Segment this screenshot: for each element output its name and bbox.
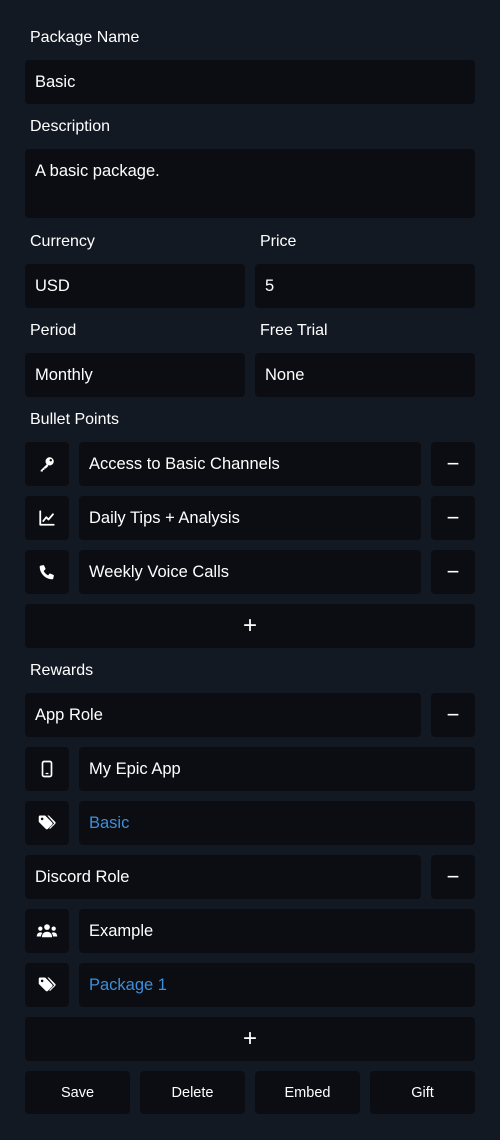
free-trial-select[interactable]: None <box>255 353 475 397</box>
rewards-label: Rewards <box>30 662 94 679</box>
bullet-text-input[interactable]: Daily Tips + Analysis <box>79 496 421 540</box>
currency-label: Currency <box>30 233 95 250</box>
tags-icon <box>37 976 57 994</box>
period-label: Period <box>30 322 77 339</box>
reward-field-icon <box>25 909 69 953</box>
reward-field-icon <box>25 801 69 845</box>
app-role-select[interactable]: Basic <box>79 801 475 845</box>
delete-button[interactable]: Delete <box>140 1071 245 1114</box>
package-name-input[interactable]: Basic <box>25 60 475 104</box>
mobile-icon <box>38 760 56 778</box>
remove-bullet-button[interactable]: − <box>431 442 475 486</box>
chart-line-icon <box>38 509 56 527</box>
add-bullet-button[interactable]: + <box>25 604 475 648</box>
bullet-text-input[interactable]: Weekly Voice Calls <box>79 550 421 594</box>
price-label: Price <box>260 233 297 250</box>
bullet-points-label: Bullet Points <box>30 411 119 428</box>
free-trial-label: Free Trial <box>260 322 328 339</box>
reward-type-select[interactable]: App Role <box>25 693 421 737</box>
currency-select[interactable]: USD <box>25 264 245 308</box>
package-editor: Package Name Basic Description A basic p… <box>0 0 500 1140</box>
phone-icon <box>38 563 56 581</box>
reward-type-select[interactable]: Discord Role <box>25 855 421 899</box>
bullet-icon-picker[interactable] <box>25 442 69 486</box>
gift-button[interactable]: Gift <box>370 1071 475 1114</box>
reward-field-icon <box>25 747 69 791</box>
remove-bullet-button[interactable]: − <box>431 550 475 594</box>
key-icon <box>38 455 56 473</box>
description-textarea[interactable]: A basic package. <box>25 149 475 218</box>
reward-field-icon <box>25 963 69 1007</box>
package-name-label: Package Name <box>30 29 140 46</box>
app-select[interactable]: My Epic App <box>79 747 475 791</box>
embed-button[interactable]: Embed <box>255 1071 360 1114</box>
users-icon <box>36 922 58 940</box>
period-select[interactable]: Monthly <box>25 353 245 397</box>
remove-reward-button[interactable]: − <box>431 855 475 899</box>
discord-server-select[interactable]: Example <box>79 909 475 953</box>
description-label: Description <box>30 118 111 135</box>
discord-role-select[interactable]: Package 1 <box>79 963 475 1007</box>
save-button[interactable]: Save <box>25 1071 130 1114</box>
remove-reward-button[interactable]: − <box>431 693 475 737</box>
remove-bullet-button[interactable]: − <box>431 496 475 540</box>
bullet-icon-picker[interactable] <box>25 550 69 594</box>
bullet-icon-picker[interactable] <box>25 496 69 540</box>
bullet-text-input[interactable]: Access to Basic Channels <box>79 442 421 486</box>
add-reward-button[interactable]: + <box>25 1017 475 1061</box>
tags-icon <box>37 814 57 832</box>
price-input[interactable]: 5 <box>255 264 475 308</box>
